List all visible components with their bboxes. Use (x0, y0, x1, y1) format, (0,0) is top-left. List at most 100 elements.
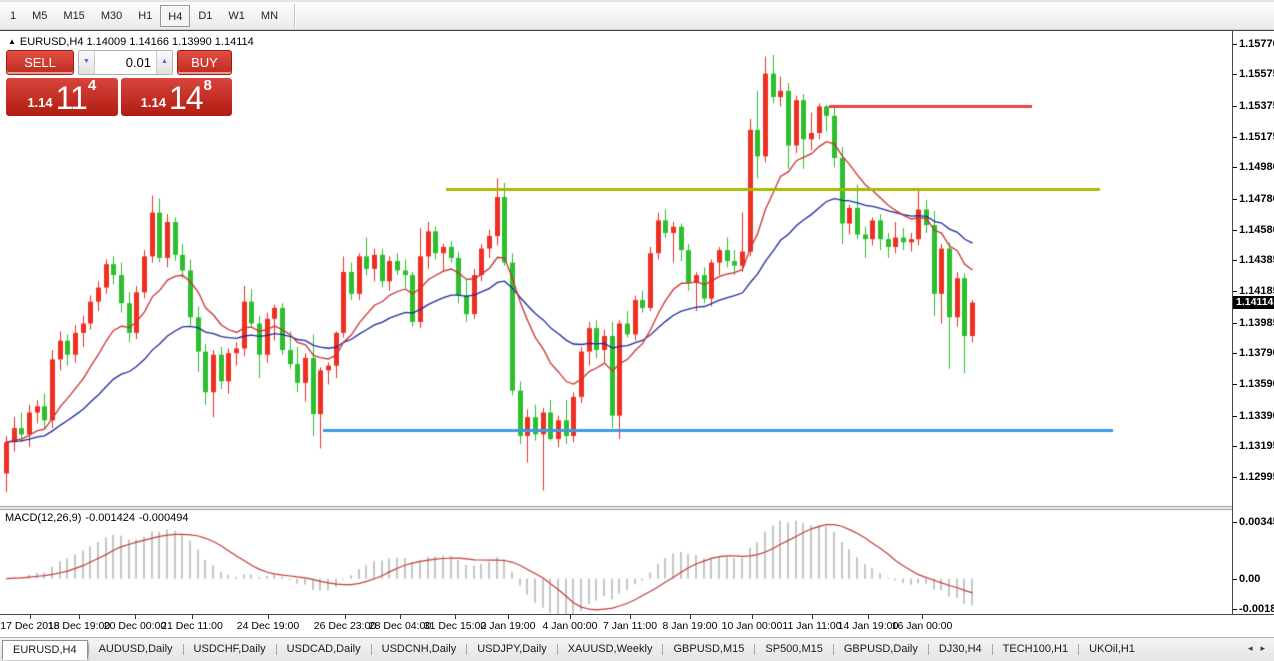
tab-audusd-daily[interactable]: AUDUSD,Daily (89, 640, 183, 660)
lot-decrease-icon[interactable]: ▼ (79, 51, 95, 74)
chart-canvas[interactable] (0, 31, 1233, 614)
sell-price-box[interactable]: 1.14 11 4 (6, 78, 118, 116)
timeframe-toolbar: 1M5M15M30H1H4D1W1MN (0, 0, 1274, 30)
price-axis-label: 1.13590 (1239, 378, 1274, 390)
price-axis-tick (1233, 353, 1237, 354)
time-axis: 17 Dec 201818 Dec 19:0020 Dec 00:0021 De… (0, 615, 1274, 637)
tab-usdjpy-daily[interactable]: USDJPY,Daily (467, 640, 557, 660)
buy-price-big: 14 (169, 85, 203, 112)
price-axis-label: 1.13390 (1239, 410, 1274, 422)
ohlc-high: 1.14166 (129, 36, 169, 48)
collapse-triangle-icon[interactable]: ▲ (8, 37, 16, 46)
current-price-tag: 1.14114 (1233, 296, 1274, 309)
timeframe-mn[interactable]: MN (253, 5, 286, 27)
macd-axis-tick (1233, 609, 1237, 610)
sell-price-pip: 4 (88, 80, 96, 92)
time-axis-tick (345, 615, 346, 619)
ohlc-close: 1.14114 (215, 36, 254, 48)
timeframe-h4[interactable]: H4 (160, 5, 190, 27)
tab-scroll-left-icon[interactable]: ◂ (1244, 643, 1257, 653)
macd-axis-label: 0.00 (1239, 573, 1260, 585)
time-axis-tick (268, 615, 269, 619)
timeframe-d1[interactable]: D1 (190, 5, 220, 27)
tab-scroll-right-icon[interactable]: ▸ (1256, 643, 1269, 653)
price-axis-tick (1233, 477, 1237, 478)
time-axis-tick (752, 615, 753, 619)
sell-button[interactable]: SELL (6, 50, 74, 75)
macd-name: MACD(12,26,9) (5, 512, 81, 524)
lot-increase-icon[interactable]: ▲ (156, 51, 172, 74)
sell-price-prefix: 1.14 (27, 94, 52, 112)
timeframe-m5[interactable]: M5 (24, 5, 55, 27)
time-axis-label: 26 Dec 23:00 (314, 620, 376, 632)
tab-gbpusd-m15[interactable]: GBPUSD,M15 (663, 640, 754, 660)
time-axis-label: 20 Dec 00:00 (104, 620, 166, 632)
macd-axis-tick (1233, 579, 1237, 580)
time-axis-label: 10 Jan 00:00 (722, 620, 783, 632)
buy-price-box[interactable]: 1.14 14 8 (121, 78, 233, 116)
time-axis-tick (455, 615, 456, 619)
time-axis-tick (135, 615, 136, 619)
time-axis-label: 2 Jan 19:00 (481, 620, 536, 632)
macd-axis-tick (1233, 522, 1237, 523)
time-axis-tick (400, 615, 401, 619)
price-axis-tick (1233, 106, 1237, 107)
tab-dj30-h4[interactable]: DJ30,H4 (929, 640, 992, 660)
timeframe-1[interactable]: 1 (2, 5, 24, 27)
price-axis-tick (1233, 137, 1237, 138)
price-axis-label: 1.15575 (1239, 68, 1274, 80)
buy-price-prefix: 1.14 (141, 94, 166, 112)
time-axis-label: 11 Jan 11:00 (782, 620, 841, 632)
lot-size-input[interactable] (95, 51, 156, 74)
price-axis-label: 1.14385 (1239, 254, 1274, 266)
price-axis-label: 1.15175 (1239, 131, 1274, 143)
time-axis-label: 18 Dec 19:00 (48, 620, 110, 632)
mt4-terminal: 1M5M15M30H1H4D1W1MN ▲EURUSD,H41.140091.1… (0, 0, 1274, 661)
price-axis-label: 1.13195 (1239, 440, 1274, 452)
time-axis-label: 4 Jan 00:00 (543, 620, 598, 632)
tab-sp500-m15[interactable]: SP500,M15 (755, 640, 832, 660)
price-axis-tick (1233, 44, 1237, 45)
tab-usdchf-daily[interactable]: USDCHF,Daily (184, 640, 276, 660)
timeframe-h1[interactable]: H1 (130, 5, 160, 27)
time-axis-tick (630, 615, 631, 619)
time-axis-tick (922, 615, 923, 619)
timeframe-m15[interactable]: M15 (55, 5, 92, 27)
price-axis-label: 1.14580 (1239, 224, 1274, 236)
price-axis-tick (1233, 323, 1237, 324)
buy-price-pip: 8 (204, 80, 212, 92)
macd-axis-label: 0.003452 (1239, 516, 1274, 528)
timeframe-m30[interactable]: M30 (93, 5, 130, 27)
tab-tech100-h1[interactable]: TECH100,H1 (993, 640, 1078, 660)
macd-signal-value: -0.000494 (139, 512, 189, 524)
time-axis-label: 14 Jan 19:00 (838, 620, 899, 632)
price-axis-tick (1233, 199, 1237, 200)
time-axis-label: 21 Dec 11:00 (161, 620, 223, 632)
time-axis-label: 31 Dec 15:00 (424, 620, 486, 632)
macd-value: -0.001424 (85, 512, 135, 524)
time-axis-label: 7 Jan 11:00 (603, 620, 657, 632)
price-axis-tick (1233, 167, 1237, 168)
tab-xauusd-weekly[interactable]: XAUUSD,Weekly (558, 640, 663, 660)
tab-usdcad-daily[interactable]: USDCAD,Daily (277, 640, 371, 660)
tab-ukoil-h1[interactable]: UKOil,H1 (1079, 640, 1145, 660)
price-axis-tick (1233, 416, 1237, 417)
timeframe-w1[interactable]: W1 (220, 5, 253, 27)
chart-symbol: EURUSD,H4 (20, 36, 84, 48)
time-axis-label: 24 Dec 19:00 (237, 620, 299, 632)
time-axis-label: 28 Dec 04:00 (369, 620, 431, 632)
price-axis-label: 1.14780 (1239, 193, 1274, 205)
time-axis-tick (508, 615, 509, 619)
tab-usdcnh-daily[interactable]: USDCNH,Daily (372, 640, 467, 660)
buy-button[interactable]: BUY (177, 50, 232, 75)
time-axis-label: 8 Jan 19:00 (663, 620, 718, 632)
time-axis-tick (868, 615, 869, 619)
price-axis-tick (1233, 260, 1237, 261)
one-click-trading-panel: SELL ▼ ▲ BUY 1.14 11 4 1.14 14 8 (6, 50, 232, 116)
time-axis-tick (812, 615, 813, 619)
macd-label: MACD(12,26,9) -0.001424 -0.000494 (5, 512, 193, 524)
ohlc-low: 1.13990 (172, 36, 212, 48)
tab-eurusd-h4[interactable]: EURUSD,H4 (2, 640, 88, 660)
tab-gbpusd-daily[interactable]: GBPUSD,Daily (834, 640, 928, 660)
price-axis-tick (1233, 384, 1237, 385)
